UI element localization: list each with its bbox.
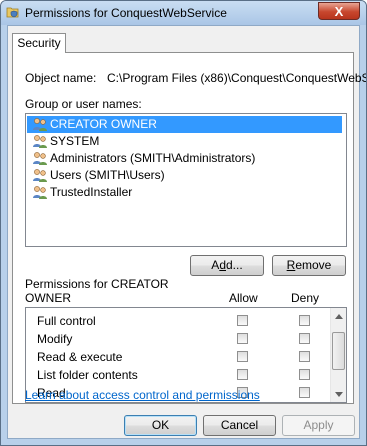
user-name: TrustedInstaller [50,185,133,199]
tab-security[interactable]: Security [12,33,66,53]
list-item-system[interactable]: SYSTEM [27,133,342,150]
remove-button[interactable]: Remove [272,255,346,276]
scroll-up-icon[interactable] [335,314,343,319]
permissions-label-line1: Permissions for CREATOR [25,277,169,291]
deny-checkbox[interactable] [299,315,310,326]
close-button[interactable]: X [318,2,360,20]
permissions-scrollbar[interactable] [330,308,346,402]
permissions-label-line2: OWNER [25,291,71,305]
list-item-administrators[interactable]: Administrators (SMITH\Administrators) [27,150,342,167]
cancel-button[interactable]: Cancel [203,415,276,436]
deny-checkbox[interactable] [299,369,310,380]
user-name: CREATOR OWNER [50,117,157,131]
add-button[interactable]: Add... [190,255,264,276]
folder-shield-icon [6,7,19,18]
learn-more-link[interactable]: Learn about access control and permissio… [25,388,260,402]
users-icon [33,152,47,165]
deny-column-header: Deny [291,291,320,305]
permission-name: Read & execute [37,350,123,364]
apply-button[interactable]: Apply [282,415,355,436]
permission-row-full-control: Full control [26,312,326,330]
allow-column-header: Allow [229,291,258,305]
users-icon [33,118,47,131]
group-names-label: Group or user names: [25,97,142,111]
deny-checkbox[interactable] [299,333,310,344]
object-name-label: Object name: [25,71,97,85]
users-icon [33,169,47,182]
permission-row-modify: Modify [26,330,326,348]
group-user-list[interactable]: CREATOR OWNER SYSTEM Administrators (SMI… [25,113,347,247]
permission-row-list-folder-contents: List folder contents [26,366,326,384]
ok-button[interactable]: OK [124,415,197,436]
window-title: Permissions for ConquestWebService [25,6,227,20]
list-item-creator-owner[interactable]: CREATOR OWNER [27,116,342,133]
users-icon [33,135,47,148]
dialog-body: Security Object name: C:\Program Files (… [7,25,366,439]
permission-name: Modify [37,332,73,346]
allow-checkbox[interactable] [237,333,248,344]
user-name: SYSTEM [50,134,100,148]
security-tab-panel: Object name: C:\Program Files (x86)\Conq… [12,52,366,404]
allow-checkbox[interactable] [237,351,248,362]
user-name: Administrators (SMITH\Administrators) [50,151,256,165]
allow-checkbox[interactable] [237,315,248,326]
permissions-window: Permissions for ConquestWebService X Sec… [0,0,367,446]
permission-row-read-execute: Read & execute [26,348,326,366]
permission-name: Full control [37,314,96,328]
title-bar[interactable]: Permissions for ConquestWebService X [1,1,366,25]
list-item-trustedinstaller[interactable]: TrustedInstaller [27,184,342,201]
allow-checkbox[interactable] [237,369,248,380]
user-name: Users (SMITH\Users) [50,168,165,182]
permission-name: List folder contents [37,368,138,382]
scroll-down-icon[interactable] [335,392,343,397]
scroll-thumb[interactable] [332,332,345,370]
deny-checkbox[interactable] [299,387,310,398]
object-name-value: C:\Program Files (x86)\Conquest\Conquest… [107,71,367,85]
list-item-users[interactable]: Users (SMITH\Users) [27,167,342,184]
deny-checkbox[interactable] [299,351,310,362]
users-icon [33,186,47,199]
